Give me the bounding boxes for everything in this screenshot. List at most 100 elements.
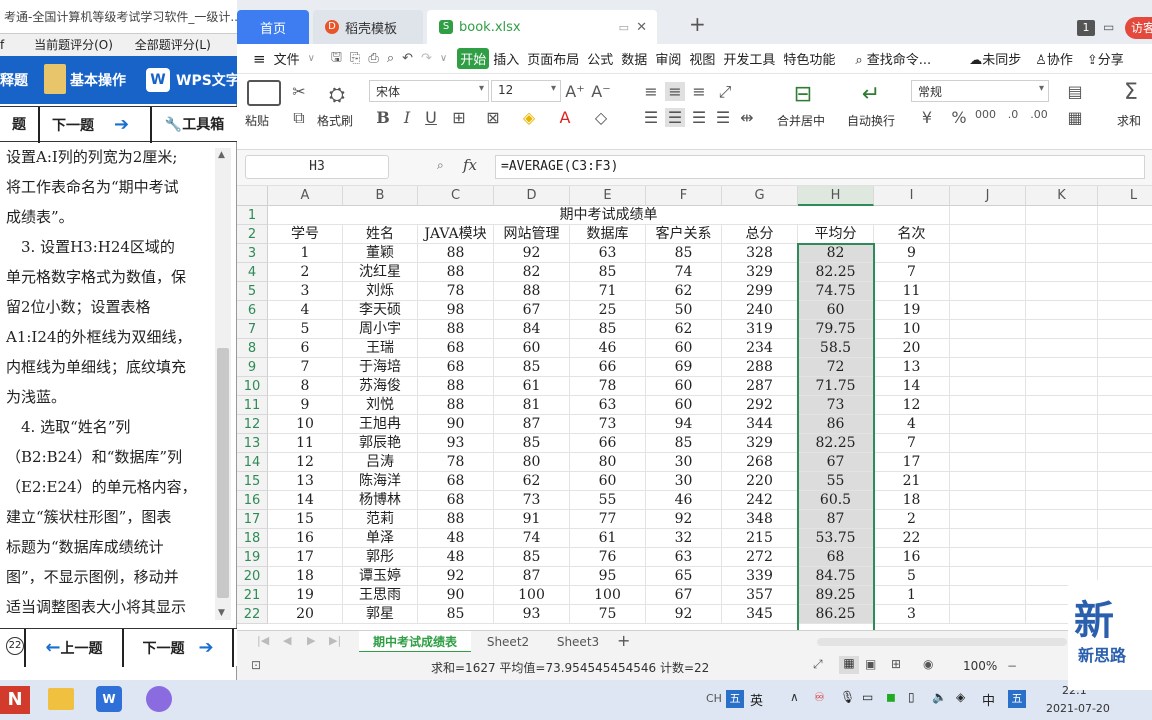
paste-icon[interactable] bbox=[247, 80, 281, 106]
header-cell[interactable]: 名次 bbox=[874, 225, 950, 244]
search-command[interactable]: ⌕ 查找命令... bbox=[851, 49, 935, 68]
bold-icon[interactable]: B bbox=[373, 108, 393, 127]
cell[interactable] bbox=[1026, 301, 1098, 320]
table-cell[interactable]: 88 bbox=[418, 320, 494, 339]
row-header-22[interactable]: 22 bbox=[237, 605, 268, 624]
menu-file[interactable]: 文件 bbox=[270, 49, 304, 68]
table-cell[interactable]: 18 bbox=[874, 491, 950, 510]
justify-icon[interactable]: ☰ bbox=[713, 108, 733, 127]
sync-status[interactable]: ☁未同步 bbox=[965, 49, 1025, 68]
font-name-select[interactable]: 宋体 bbox=[369, 80, 489, 102]
border-icon[interactable]: ⊞ bbox=[449, 108, 469, 127]
table-cell[interactable]: 58.5 bbox=[798, 339, 874, 358]
table-cell[interactable]: 288 bbox=[722, 358, 798, 377]
cell[interactable] bbox=[950, 415, 1026, 434]
cell[interactable] bbox=[950, 396, 1026, 415]
table-cell[interactable]: 王旭冉 bbox=[343, 415, 418, 434]
table-cell[interactable]: 12 bbox=[268, 453, 343, 472]
column-header-d[interactable]: D bbox=[494, 186, 570, 206]
table-cell[interactable]: 9 bbox=[268, 396, 343, 415]
table-cell[interactable]: 67 bbox=[798, 453, 874, 472]
table-cell[interactable]: 3 bbox=[268, 282, 343, 301]
table-cell[interactable]: 287 bbox=[722, 377, 798, 396]
table-cell[interactable]: 60 bbox=[798, 301, 874, 320]
table-cell[interactable]: 220 bbox=[722, 472, 798, 491]
row-header-18[interactable]: 18 bbox=[237, 529, 268, 548]
chevron-down-icon[interactable]: ∨ bbox=[304, 53, 319, 64]
redo-icon[interactable]: ↷ bbox=[417, 51, 436, 66]
row-header-20[interactable]: 20 bbox=[237, 567, 268, 586]
table-cell[interactable]: 90 bbox=[418, 586, 494, 605]
row-header-11[interactable]: 11 bbox=[237, 396, 268, 415]
table-cell[interactable]: 240 bbox=[722, 301, 798, 320]
cell[interactable] bbox=[1026, 434, 1098, 453]
table-cell[interactable]: 299 bbox=[722, 282, 798, 301]
row-header-1[interactable]: 1 bbox=[237, 206, 268, 225]
explain-tab[interactable]: 释题 bbox=[0, 70, 28, 90]
table-cell[interactable]: 87 bbox=[494, 567, 570, 586]
table-cell[interactable]: 16 bbox=[268, 529, 343, 548]
sum-icon[interactable]: Σ bbox=[1121, 80, 1141, 105]
table-cell[interactable]: 17 bbox=[874, 453, 950, 472]
security-icon[interactable]: ◈ bbox=[956, 690, 965, 704]
table-cell[interactable]: 74.75 bbox=[798, 282, 874, 301]
next-question-button[interactable]: 下一题 ➔ bbox=[40, 107, 152, 143]
tray-up-icon[interactable]: ∧ bbox=[790, 690, 799, 704]
column-header-h[interactable]: H bbox=[798, 186, 874, 206]
table-cell[interactable]: 68 bbox=[418, 472, 494, 491]
close-tab-icon[interactable]: ✕ bbox=[636, 20, 647, 35]
table-cell[interactable]: 292 bbox=[722, 396, 798, 415]
first-sheet-icon[interactable]: |◀ bbox=[257, 634, 269, 647]
next-question-bottom-button[interactable]: 下一题 ➔ bbox=[124, 629, 234, 667]
cell[interactable] bbox=[1098, 491, 1152, 510]
prev-sheet-icon[interactable]: ◀ bbox=[283, 634, 291, 647]
cell[interactable] bbox=[950, 472, 1026, 491]
table-cell[interactable]: 88 bbox=[494, 282, 570, 301]
table-cell[interactable]: 81 bbox=[494, 396, 570, 415]
table-cell[interactable]: 88 bbox=[418, 263, 494, 282]
decrease-decimal-icon[interactable]: .00 bbox=[1029, 108, 1049, 121]
table-cell[interactable]: 85 bbox=[570, 263, 646, 282]
cell[interactable] bbox=[950, 567, 1026, 586]
collaborate-button[interactable]: ♙协作 bbox=[1031, 49, 1077, 68]
table-cell[interactable]: 7 bbox=[268, 358, 343, 377]
table-cell[interactable]: 68 bbox=[798, 548, 874, 567]
table-cell[interactable]: 4 bbox=[268, 301, 343, 320]
sheet-title-cell[interactable]: 期中考试成绩单 bbox=[268, 206, 950, 225]
table-cell[interactable]: 60 bbox=[570, 472, 646, 491]
table-cell[interactable]: 73 bbox=[798, 396, 874, 415]
table-cell[interactable]: 329 bbox=[722, 263, 798, 282]
table-cell[interactable]: 61 bbox=[494, 377, 570, 396]
table-cell[interactable]: 周小宇 bbox=[343, 320, 418, 339]
paste-button[interactable]: 粘贴 bbox=[245, 112, 269, 129]
table-cell[interactable]: 80 bbox=[570, 453, 646, 472]
cell[interactable] bbox=[1098, 244, 1152, 263]
fullscreen-icon[interactable]: ⤢ bbox=[813, 657, 823, 672]
table-cell[interactable]: 79.75 bbox=[798, 320, 874, 339]
header-cell[interactable]: 学号 bbox=[268, 225, 343, 244]
window-icon[interactable]: ▭ bbox=[619, 21, 629, 34]
zoom-formula-icon[interactable]: ⌕ bbox=[437, 158, 444, 173]
table-cell[interactable]: 48 bbox=[418, 529, 494, 548]
question-scrollbar[interactable]: ▲ ▼ bbox=[215, 148, 231, 620]
table-cell[interactable]: 344 bbox=[722, 415, 798, 434]
cell[interactable] bbox=[1026, 244, 1098, 263]
cell[interactable] bbox=[950, 605, 1026, 624]
table-cell[interactable]: 于海培 bbox=[343, 358, 418, 377]
row-header-8[interactable]: 8 bbox=[237, 339, 268, 358]
table-cell[interactable]: 76 bbox=[570, 548, 646, 567]
table-cell[interactable]: 15 bbox=[268, 510, 343, 529]
number-format-select[interactable]: 常规 bbox=[911, 80, 1049, 102]
align-top-icon[interactable]: ≡ bbox=[641, 82, 661, 101]
microphone-icon[interactable]: 🎙 bbox=[840, 690, 855, 704]
save-icon[interactable]: 🖫 bbox=[327, 48, 346, 70]
cell[interactable] bbox=[1026, 339, 1098, 358]
scroll-down-icon[interactable]: ▼ bbox=[218, 608, 225, 618]
table-cell[interactable]: 68 bbox=[418, 339, 494, 358]
align-right-icon[interactable]: ☰ bbox=[689, 108, 709, 127]
file-explorer-icon[interactable] bbox=[48, 688, 74, 710]
table-cell[interactable]: 5 bbox=[874, 567, 950, 586]
cell[interactable] bbox=[1026, 548, 1098, 567]
cell[interactable] bbox=[950, 529, 1026, 548]
table-cell[interactable]: 60 bbox=[494, 339, 570, 358]
